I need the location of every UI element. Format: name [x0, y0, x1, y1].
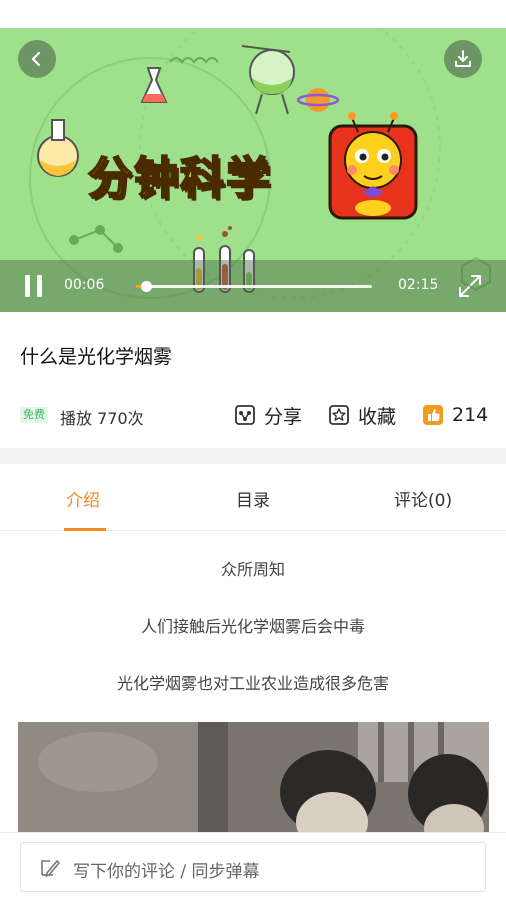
progress-bar[interactable]: [136, 281, 372, 292]
flask-top-illustration: [140, 67, 168, 103]
tab-bar: 介绍 目录 评论(0): [0, 464, 506, 531]
collect-button[interactable]: 收藏: [328, 402, 396, 428]
intro-photo-image: [18, 722, 489, 842]
share-icon: [235, 405, 255, 425]
download-icon: [455, 50, 471, 67]
molecule-illustration: [69, 225, 123, 253]
comment-placeholder: 写下你的评论 / 同步弹幕: [73, 862, 260, 882]
current-time: 00:06: [64, 277, 105, 293]
title-card-text: 分钟科学: [87, 152, 272, 205]
tab-catalog[interactable]: 目录: [236, 486, 270, 511]
status-strip: [0, 0, 506, 28]
pen-icon: [41, 860, 60, 877]
total-time: 02:15: [398, 277, 439, 293]
meta-row: 免费 播放 770次 分享 收藏 214: [0, 398, 506, 432]
tab-comments[interactable]: 评论(0): [394, 486, 452, 511]
free-badge: 免费: [20, 407, 48, 423]
progress-knob[interactable]: [141, 281, 153, 292]
section-divider: [0, 448, 506, 464]
share-button[interactable]: 分享: [234, 402, 302, 428]
planet-illustration: [296, 88, 340, 112]
mascot-card-illustration: [328, 112, 418, 220]
comment-bar: 写下你的评论 / 同步弹幕: [0, 832, 506, 901]
pause-icon[interactable]: [20, 272, 48, 300]
active-tab-indicator: [64, 528, 106, 531]
comment-input[interactable]: 写下你的评论 / 同步弹幕: [20, 842, 486, 892]
round-flask-illustration: [241, 45, 295, 115]
back-button[interactable]: [18, 40, 56, 78]
star-icon: [329, 405, 349, 425]
video-title: 什么是光化学烟雾: [20, 346, 173, 368]
like-count: 214: [452, 404, 489, 426]
player-controls: 00:06 02:15: [0, 260, 506, 312]
tab-intro[interactable]: 介绍: [66, 486, 100, 511]
thumbs-up-icon: [423, 405, 443, 425]
intro-line: 人们接触后光化学烟雾后会中毒: [140, 617, 365, 636]
flask-left-illustration: [37, 119, 79, 177]
intro-line: 光化学烟雾也对工业农业造成很多危害: [116, 674, 389, 693]
intro-photo: [18, 722, 489, 842]
download-button[interactable]: [444, 40, 482, 78]
like-button[interactable]: 214: [422, 402, 488, 428]
share-label: 分享: [264, 405, 303, 428]
fullscreen-icon[interactable]: [456, 272, 484, 300]
collect-label: 收藏: [358, 405, 397, 428]
intro-line: 众所周知: [220, 560, 285, 579]
back-icon: [31, 51, 41, 67]
play-count: 播放 770次: [60, 409, 144, 428]
video-player[interactable]: 分钟科学 00:06 02:15: [0, 28, 506, 312]
